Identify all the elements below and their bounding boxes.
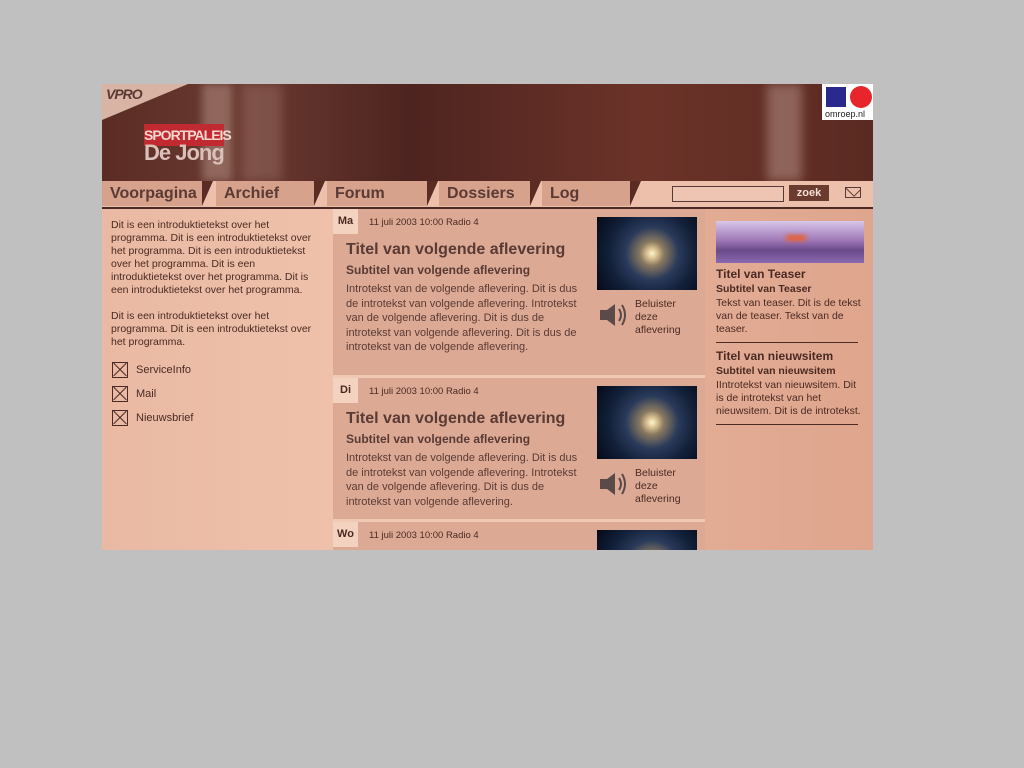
link-label: Mail: [136, 388, 157, 400]
news-title[interactable]: Titel van nieuwsitem: [716, 350, 862, 363]
episode-date: 11 juli 2003 10:00 Radio 4: [369, 530, 479, 541]
intro-text: Dit is een introduktietekst over het pro…: [111, 219, 312, 296]
listen-link[interactable]: Beluister deze aflevering: [635, 467, 695, 506]
left-column: Dit is een introduktietekst over het pro…: [111, 219, 325, 434]
mail-icon[interactable]: [845, 187, 861, 198]
header-photo-detail: [767, 84, 802, 181]
episode-day: Wo: [333, 522, 358, 547]
link-nieuwsbrief[interactable]: Nieuwsbrief: [111, 410, 325, 434]
link-mail[interactable]: Mail: [111, 386, 325, 410]
episode-list: Ma 11 juli 2003 10:00 Radio 4 Titel van …: [333, 209, 705, 550]
news-subtitle: Subtitel van nieuwsitem: [716, 365, 836, 377]
episode-image[interactable]: [597, 217, 697, 290]
broken-image-icon: [112, 362, 128, 378]
tab-forum[interactable]: Forum: [327, 181, 438, 206]
search-button[interactable]: zoek: [789, 185, 829, 201]
teaser-subtitle: Subtitel van Teaser: [716, 283, 812, 295]
teaser-image[interactable]: [716, 221, 864, 263]
header-photo-detail: [242, 84, 282, 181]
tab-log[interactable]: Log: [542, 181, 641, 206]
show-logo-bottom: De Jong: [144, 140, 225, 165]
episode-day: Di: [333, 378, 358, 403]
broken-image-icon: [112, 386, 128, 402]
episode-intro: Introtekst van de volgende aflevering. D…: [346, 452, 578, 508]
episode-item: Ma 11 juli 2003 10:00 Radio 4 Titel van …: [333, 209, 705, 378]
header-banner: VPRO SPORTPALEIS De Jong omroep.nl: [102, 84, 873, 181]
link-label: Nieuwsbrief: [136, 412, 194, 424]
right-column: Titel van Teaser Subtitel van Teaser Tek…: [716, 221, 864, 432]
omroep-logo[interactable]: omroep.nl: [822, 84, 873, 120]
tab-dossiers[interactable]: Dossiers: [439, 181, 541, 206]
show-logo[interactable]: SPORTPALEIS De Jong: [144, 124, 232, 172]
divider: [716, 424, 858, 425]
link-label: ServiceInfo: [136, 364, 192, 376]
speaker-icon[interactable]: [599, 471, 629, 497]
episode-subtitle: Subtitel van volgende aflevering: [346, 432, 531, 446]
episode-title[interactable]: Titel van volgende aflevering: [346, 241, 565, 259]
speaker-icon[interactable]: [599, 302, 629, 328]
episode-intro: Introtekst van de volgende aflevering. D…: [346, 283, 578, 353]
episode-item: Di 11 juli 2003 10:00 Radio 4 Titel van …: [333, 378, 705, 522]
site-frame: VPRO SPORTPALEIS De Jong omroep.nl Voorp…: [102, 84, 873, 550]
listen-link[interactable]: Beluister deze aflevering: [635, 298, 695, 337]
episode-image[interactable]: [597, 386, 697, 459]
omroep-circle-icon: [850, 86, 872, 108]
omroep-label: omroep.nl: [825, 109, 866, 119]
tab-archief[interactable]: Archief: [216, 181, 325, 206]
teaser-text: Tekst van teaser. Dit is de tekst van de…: [716, 297, 861, 335]
episode-image[interactable]: [597, 530, 697, 550]
episode-date: 11 juli 2003 10:00 Radio 4: [369, 217, 479, 228]
episode-date: 11 juli 2003 10:00 Radio 4: [369, 386, 479, 397]
tab-voorpagina[interactable]: Voorpagina: [102, 181, 213, 206]
omroep-square-icon: [826, 87, 846, 107]
episode-subtitle: Subtitel van volgende aflevering: [346, 263, 531, 277]
intro-text: Dit is een introduktietekst over het pro…: [111, 310, 312, 348]
episode-day: Ma: [333, 209, 358, 234]
news-text: IIntrotekst van nieuwsitem. Dit is de in…: [716, 379, 861, 417]
nav-bar: Voorpagina Archief Forum Dossiers Log zo…: [102, 181, 873, 208]
divider: [716, 342, 858, 343]
vpro-logo[interactable]: VPRO: [106, 86, 143, 102]
link-serviceinfo[interactable]: ServiceInfo: [111, 362, 325, 386]
episode-title[interactable]: Titel van volgende aflevering: [346, 410, 565, 428]
broken-image-icon: [112, 410, 128, 426]
search-input[interactable]: [672, 186, 784, 202]
episode-item: Wo 11 juli 2003 10:00 Radio 4: [333, 522, 705, 550]
teaser-title[interactable]: Titel van Teaser: [716, 268, 862, 281]
